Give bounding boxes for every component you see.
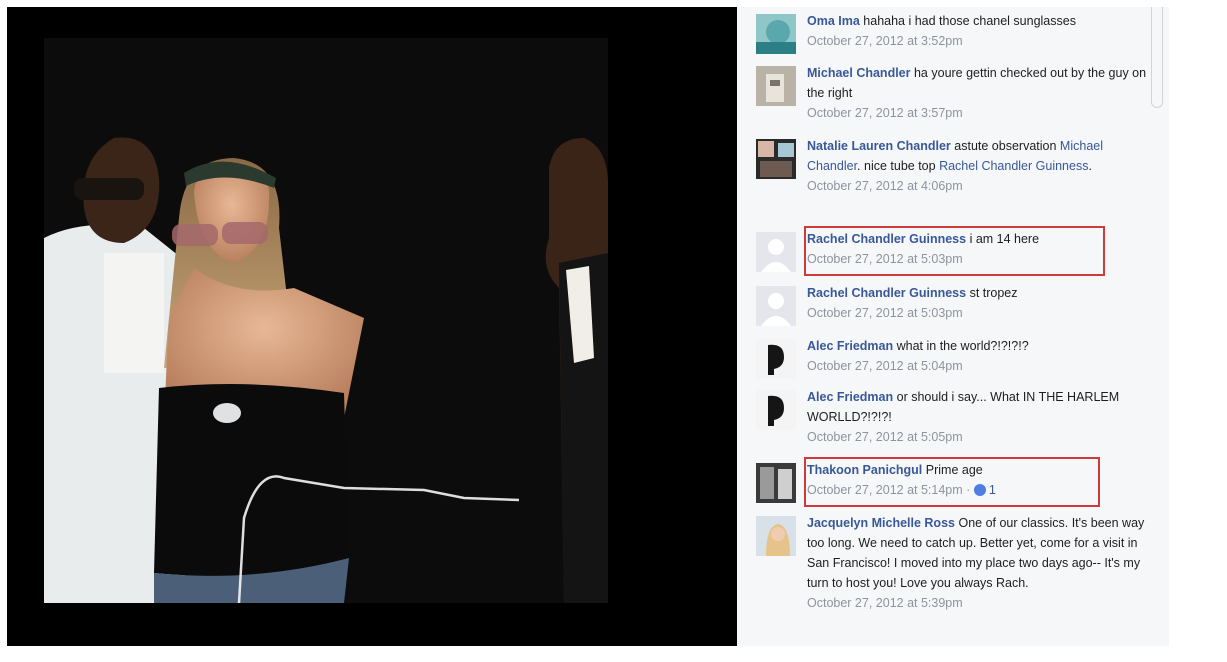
comment-text: . [1088, 159, 1092, 173]
avatar-image [756, 66, 796, 106]
comment-timestamp[interactable]: October 27, 2012 at 4:06pm [807, 176, 1152, 196]
avatar-image [756, 339, 796, 379]
avatar-image [756, 390, 796, 430]
comment-timestamp[interactable]: October 27, 2012 at 3:57pm [807, 103, 1152, 123]
comment-timestamp[interactable]: October 27, 2012 at 3:52pm [807, 31, 1152, 51]
comment-mention[interactable]: Rachel Chandler Guinness [939, 159, 1088, 173]
avatar-image [756, 139, 796, 179]
comment-author[interactable]: Rachel Chandler Guinness [807, 286, 966, 300]
photo-illustration [44, 38, 608, 603]
comment-body: Alec Friedman what in the world?!?!?!? O… [807, 336, 1152, 376]
comment-text: st tropez [969, 286, 1018, 300]
comment-body: Jacquelyn Michelle Ross One of our class… [807, 513, 1152, 613]
photo-viewer: Oma Ima hahaha i had those chanel sungla… [7, 7, 1169, 646]
comment-author[interactable]: Alec Friedman [807, 390, 893, 404]
comment-text: . nice tube top [857, 159, 936, 173]
comment-timestamp[interactable]: October 27, 2012 at 5:05pm [807, 427, 1152, 447]
scrollbar[interactable] [1151, 7, 1163, 108]
comment-text: astute observation [954, 139, 1057, 153]
photo[interactable] [44, 38, 608, 603]
avatar-image [756, 516, 796, 556]
avatar[interactable] [756, 339, 796, 379]
avatar-placeholder-icon[interactable] [756, 286, 796, 326]
comment-body: Rachel Chandler Guinness st tropez Octob… [807, 283, 1152, 323]
comment-author[interactable]: Natalie Lauren Chandler [807, 139, 951, 153]
comment-body: Oma Ima hahaha i had those chanel sungla… [807, 11, 1152, 51]
comment-author[interactable]: Alec Friedman [807, 339, 893, 353]
comment-body: Michael Chandler ha youre gettin checked… [807, 63, 1152, 123]
highlight-box [804, 457, 1100, 507]
avatar[interactable] [756, 14, 796, 54]
avatar-placeholder-icon[interactable] [756, 232, 796, 272]
avatar[interactable] [756, 463, 796, 503]
avatar[interactable] [756, 66, 796, 106]
avatar[interactable] [756, 390, 796, 430]
highlight-box [804, 226, 1105, 276]
avatar-image [756, 14, 796, 54]
comment-timestamp[interactable]: October 27, 2012 at 5:03pm [807, 303, 1152, 323]
comment-text: what in the world?!?!?!? [896, 339, 1029, 353]
comment-text: hahaha i had those chanel sunglasses [863, 14, 1076, 28]
avatar-silhouette [756, 286, 796, 326]
comment-author[interactable]: Oma Ima [807, 14, 860, 28]
avatar-silhouette [756, 232, 796, 272]
avatar[interactable] [756, 139, 796, 179]
comment-timestamp[interactable]: October 27, 2012 at 5:04pm [807, 356, 1152, 376]
comment-body: Natalie Lauren Chandler astute observati… [807, 136, 1152, 196]
comment-timestamp[interactable]: October 27, 2012 at 5:39pm [807, 593, 1152, 613]
avatar-image [756, 463, 796, 503]
comment-body: Alec Friedman or should i say... What IN… [807, 387, 1152, 447]
photo-stage [7, 7, 737, 646]
comment-author[interactable]: Michael Chandler [807, 66, 911, 80]
avatar[interactable] [756, 516, 796, 556]
comment-author[interactable]: Jacquelyn Michelle Ross [807, 516, 955, 530]
comments-panel: Oma Ima hahaha i had those chanel sungla… [737, 7, 1169, 646]
